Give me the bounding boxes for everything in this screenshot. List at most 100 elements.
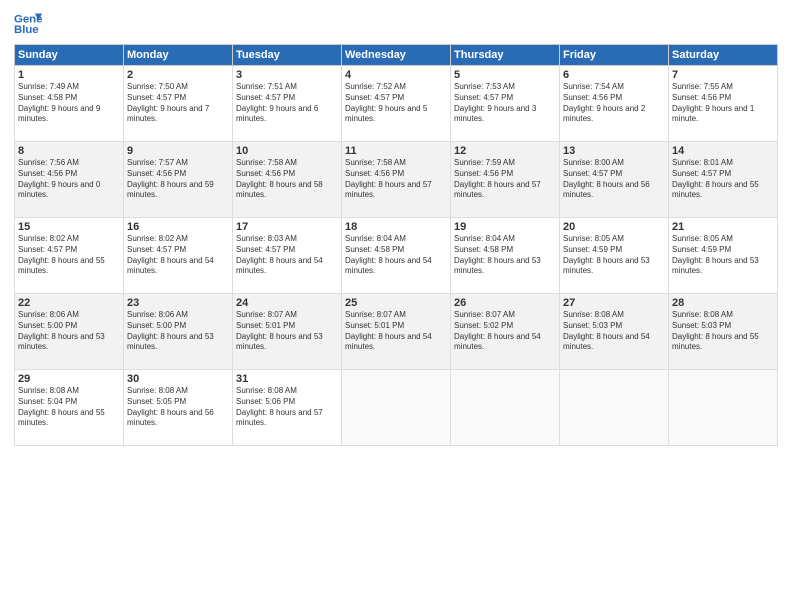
day-info: Sunrise: 7:58 AMSunset: 4:56 PMDaylight:… bbox=[345, 158, 447, 201]
calendar-cell bbox=[560, 370, 669, 446]
day-info: Sunrise: 8:04 AMSunset: 4:58 PMDaylight:… bbox=[345, 234, 447, 277]
calendar-week-row: 29Sunrise: 8:08 AMSunset: 5:04 PMDayligh… bbox=[15, 370, 778, 446]
calendar-cell: 25Sunrise: 8:07 AMSunset: 5:01 PMDayligh… bbox=[342, 294, 451, 370]
day-number: 6 bbox=[563, 69, 665, 81]
day-info: Sunrise: 7:56 AMSunset: 4:56 PMDaylight:… bbox=[18, 158, 120, 201]
logo: General Blue bbox=[14, 10, 44, 38]
day-number: 25 bbox=[345, 297, 447, 309]
day-info: Sunrise: 8:08 AMSunset: 5:06 PMDaylight:… bbox=[236, 386, 338, 429]
calendar-cell: 2Sunrise: 7:50 AMSunset: 4:57 PMDaylight… bbox=[124, 66, 233, 142]
day-info: Sunrise: 8:02 AMSunset: 4:57 PMDaylight:… bbox=[18, 234, 120, 277]
calendar-cell: 12Sunrise: 7:59 AMSunset: 4:56 PMDayligh… bbox=[451, 142, 560, 218]
day-number: 19 bbox=[454, 221, 556, 233]
day-number: 23 bbox=[127, 297, 229, 309]
calendar-cell: 28Sunrise: 8:08 AMSunset: 5:03 PMDayligh… bbox=[669, 294, 778, 370]
calendar-cell: 24Sunrise: 8:07 AMSunset: 5:01 PMDayligh… bbox=[233, 294, 342, 370]
calendar-week-row: 22 Sunrise: 8:06 AMSunset: 5:00 PMDayligh… bbox=[15, 294, 778, 370]
day-info: Sunrise: 8:08 AMSunset: 5:05 PMDaylight:… bbox=[127, 386, 229, 429]
calendar-cell: 3Sunrise: 7:51 AMSunset: 4:57 PMDaylight… bbox=[233, 66, 342, 142]
calendar-week-row: 15Sunrise: 8:02 AMSunset: 4:57 PMDayligh… bbox=[15, 218, 778, 294]
day-info: Sunrise: 8:05 AMSunset: 4:59 PMDaylight:… bbox=[563, 234, 665, 277]
day-info: Sunrise: 8:06 AMSunset: 5:00 PMDaylight:… bbox=[127, 310, 229, 353]
calendar-table: SundayMondayTuesdayWednesdayThursdayFrid… bbox=[14, 44, 778, 446]
day-info: Sunrise: 8:00 AMSunset: 4:57 PMDaylight:… bbox=[563, 158, 665, 201]
calendar-cell: 30Sunrise: 8:08 AMSunset: 5:05 PMDayligh… bbox=[124, 370, 233, 446]
dow-header: Wednesday bbox=[342, 45, 451, 66]
calendar-cell: 16Sunrise: 8:02 AMSunset: 4:57 PMDayligh… bbox=[124, 218, 233, 294]
calendar-cell: 18Sunrise: 8:04 AMSunset: 4:58 PMDayligh… bbox=[342, 218, 451, 294]
calendar-cell: 7Sunrise: 7:55 AMSunset: 4:56 PMDaylight… bbox=[669, 66, 778, 142]
day-number: 18 bbox=[345, 221, 447, 233]
day-number: 24 bbox=[236, 297, 338, 309]
day-info: Sunrise: 7:59 AMSunset: 4:56 PMDaylight:… bbox=[454, 158, 556, 201]
day-number: 29 bbox=[18, 373, 120, 385]
calendar-cell: 6Sunrise: 7:54 AMSunset: 4:56 PMDaylight… bbox=[560, 66, 669, 142]
calendar-week-row: 8Sunrise: 7:56 AMSunset: 4:56 PMDaylight… bbox=[15, 142, 778, 218]
day-info: Sunrise: 7:58 AMSunset: 4:56 PMDaylight:… bbox=[236, 158, 338, 201]
day-number: 26 bbox=[454, 297, 556, 309]
day-info: Sunrise: 8:05 AMSunset: 4:59 PMDaylight:… bbox=[672, 234, 774, 277]
calendar-cell: 20Sunrise: 8:05 AMSunset: 4:59 PMDayligh… bbox=[560, 218, 669, 294]
svg-text:Blue: Blue bbox=[14, 24, 39, 36]
calendar-cell: 27Sunrise: 8:08 AMSunset: 5:03 PMDayligh… bbox=[560, 294, 669, 370]
logo-icon: General Blue bbox=[14, 10, 42, 38]
day-number: 17 bbox=[236, 221, 338, 233]
calendar-week-row: 1Sunrise: 7:49 AMSunset: 4:58 PMDaylight… bbox=[15, 66, 778, 142]
day-number: 20 bbox=[563, 221, 665, 233]
day-number: 2 bbox=[127, 69, 229, 81]
day-number: 7 bbox=[672, 69, 774, 81]
day-number: 22 bbox=[18, 297, 120, 309]
day-info: Sunrise: 7:53 AMSunset: 4:57 PMDaylight:… bbox=[454, 82, 556, 125]
day-info: Sunrise: 7:55 AMSunset: 4:56 PMDaylight:… bbox=[672, 82, 774, 125]
calendar-cell: 8Sunrise: 7:56 AMSunset: 4:56 PMDaylight… bbox=[15, 142, 124, 218]
calendar-cell: 11Sunrise: 7:58 AMSunset: 4:56 PMDayligh… bbox=[342, 142, 451, 218]
dow-header: Tuesday bbox=[233, 45, 342, 66]
day-info: Sunrise: 7:52 AMSunset: 4:57 PMDaylight:… bbox=[345, 82, 447, 125]
day-info: Sunrise: 8:08 AMSunset: 5:03 PMDaylight:… bbox=[563, 310, 665, 353]
day-number: 12 bbox=[454, 145, 556, 157]
calendar-cell: 1Sunrise: 7:49 AMSunset: 4:58 PMDaylight… bbox=[15, 66, 124, 142]
dow-header: Saturday bbox=[669, 45, 778, 66]
calendar-cell: 5Sunrise: 7:53 AMSunset: 4:57 PMDaylight… bbox=[451, 66, 560, 142]
calendar-cell: 29Sunrise: 8:08 AMSunset: 5:04 PMDayligh… bbox=[15, 370, 124, 446]
calendar-body: 1Sunrise: 7:49 AMSunset: 4:58 PMDaylight… bbox=[15, 66, 778, 446]
calendar-cell: 10Sunrise: 7:58 AMSunset: 4:56 PMDayligh… bbox=[233, 142, 342, 218]
day-info: Sunrise: 7:51 AMSunset: 4:57 PMDaylight:… bbox=[236, 82, 338, 125]
calendar-cell: 26Sunrise: 8:07 AMSunset: 5:02 PMDayligh… bbox=[451, 294, 560, 370]
day-number: 28 bbox=[672, 297, 774, 309]
day-info: Sunrise: 8:08 AMSunset: 5:04 PMDaylight:… bbox=[18, 386, 120, 429]
dow-header: Friday bbox=[560, 45, 669, 66]
calendar-cell: 21Sunrise: 8:05 AMSunset: 4:59 PMDayligh… bbox=[669, 218, 778, 294]
day-info: Sunrise: 8:04 AMSunset: 4:58 PMDaylight:… bbox=[454, 234, 556, 277]
calendar-cell: 22Sunrise: 8:06 AMSunset: 5:00 PMDayligh… bbox=[15, 294, 124, 370]
calendar-cell: 14Sunrise: 8:01 AMSunset: 4:57 PMDayligh… bbox=[669, 142, 778, 218]
header: General Blue bbox=[14, 10, 778, 38]
calendar-cell: 15Sunrise: 8:02 AMSunset: 4:57 PMDayligh… bbox=[15, 218, 124, 294]
day-info: Sunrise: 8:07 AMSunset: 5:01 PMDaylight:… bbox=[236, 310, 338, 353]
calendar-cell: 17Sunrise: 8:03 AMSunset: 4:57 PMDayligh… bbox=[233, 218, 342, 294]
day-info: Sunrise: 7:57 AMSunset: 4:56 PMDaylight:… bbox=[127, 158, 229, 201]
calendar-cell: 19Sunrise: 8:04 AMSunset: 4:58 PMDayligh… bbox=[451, 218, 560, 294]
day-number: 1 bbox=[18, 69, 120, 81]
day-number: 15 bbox=[18, 221, 120, 233]
day-of-week-row: SundayMondayTuesdayWednesdayThursdayFrid… bbox=[15, 45, 778, 66]
calendar-cell bbox=[451, 370, 560, 446]
day-number: 14 bbox=[672, 145, 774, 157]
day-number: 21 bbox=[672, 221, 774, 233]
day-number: 10 bbox=[236, 145, 338, 157]
calendar-page: General Blue SundayMondayTuesdayWednesda… bbox=[0, 0, 792, 612]
day-info: Sunrise: 8:03 AMSunset: 4:57 PMDaylight:… bbox=[236, 234, 338, 277]
day-number: 30 bbox=[127, 373, 229, 385]
day-number: 3 bbox=[236, 69, 338, 81]
calendar-cell: 31Sunrise: 8:08 AMSunset: 5:06 PMDayligh… bbox=[233, 370, 342, 446]
day-number: 27 bbox=[563, 297, 665, 309]
dow-header: Sunday bbox=[15, 45, 124, 66]
day-number: 5 bbox=[454, 69, 556, 81]
calendar-cell: 9Sunrise: 7:57 AMSunset: 4:56 PMDaylight… bbox=[124, 142, 233, 218]
day-number: 9 bbox=[127, 145, 229, 157]
day-number: 16 bbox=[127, 221, 229, 233]
day-number: 4 bbox=[345, 69, 447, 81]
day-number: 31 bbox=[236, 373, 338, 385]
calendar-cell bbox=[342, 370, 451, 446]
day-number: 13 bbox=[563, 145, 665, 157]
